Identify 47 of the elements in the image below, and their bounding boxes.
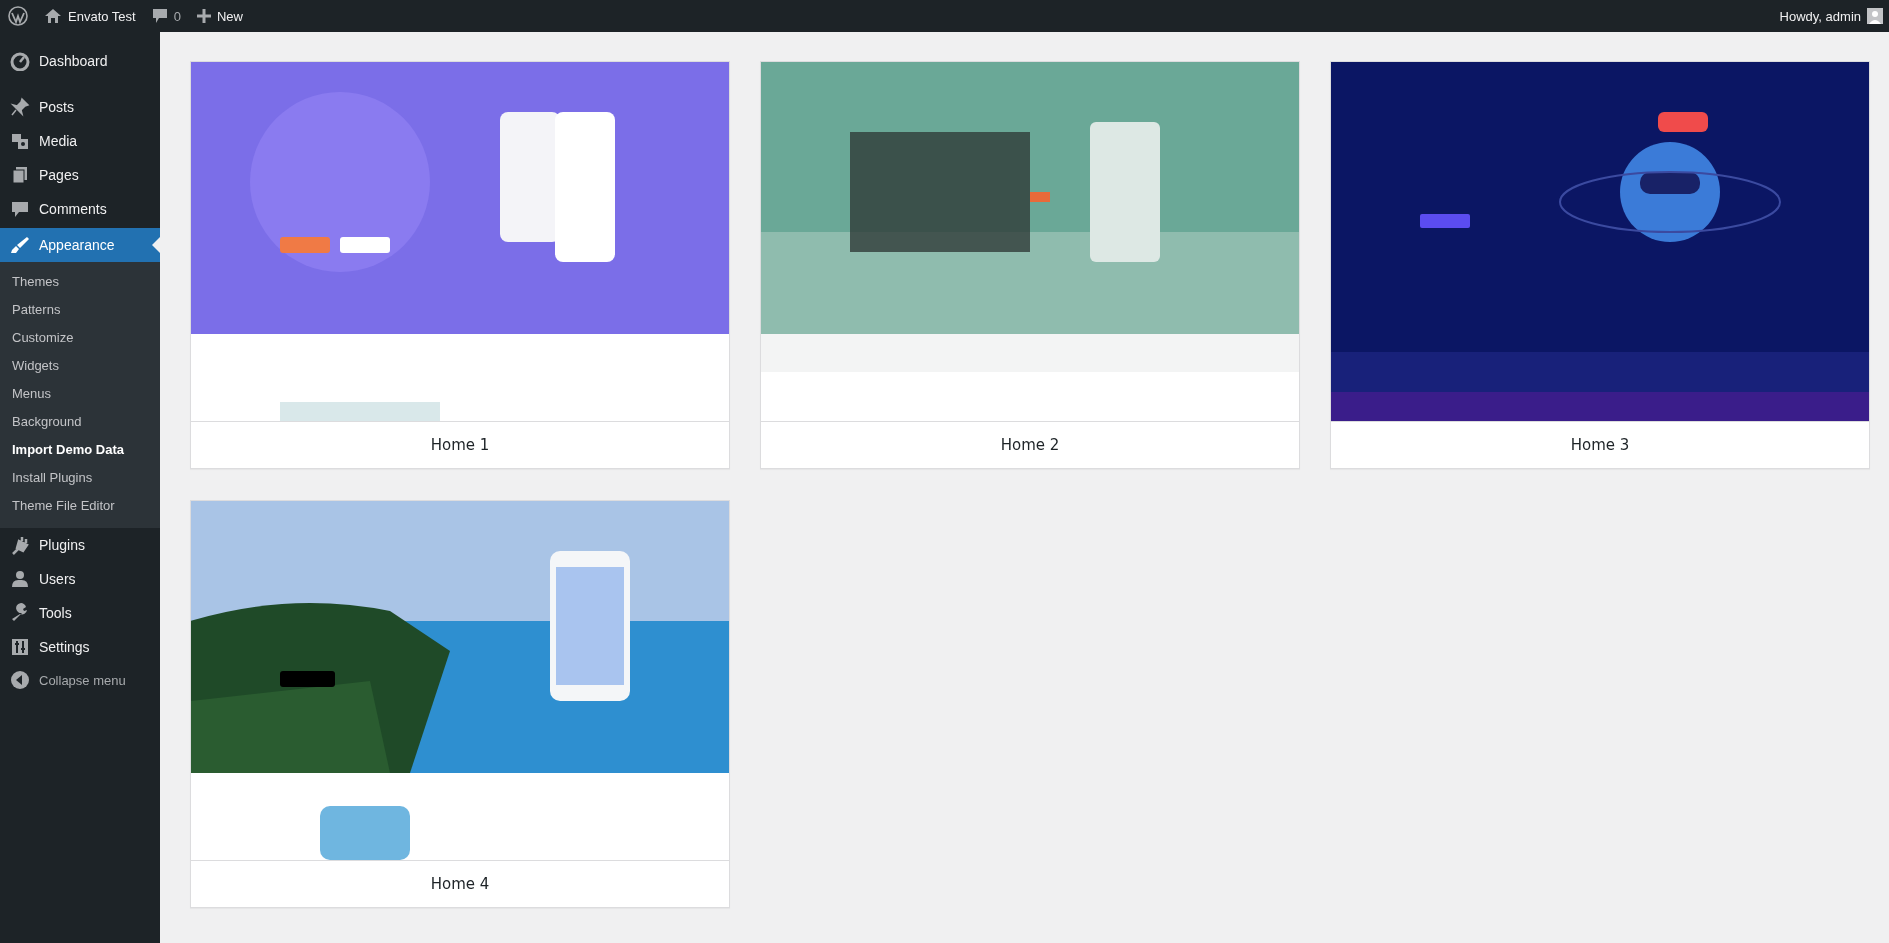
- menu-item[interactable]: Tools: [0, 596, 160, 630]
- demo-title: Home 3: [1331, 421, 1869, 468]
- sliders-icon: [10, 637, 30, 657]
- submenu-item[interactable]: Install Plugins: [0, 464, 160, 492]
- demo-title: Home 1: [191, 421, 729, 468]
- menu-item[interactable]: Comments: [0, 192, 160, 226]
- menu-item[interactable]: Appearance: [0, 228, 160, 262]
- pages-icon: [10, 165, 30, 185]
- menu-item[interactable]: Posts: [0, 90, 160, 124]
- comment-icon[interactable]: [151, 8, 168, 24]
- new-link[interactable]: New: [216, 8, 243, 24]
- wrench-icon: [10, 603, 30, 623]
- home-icon[interactable]: [44, 8, 62, 24]
- submenu-item[interactable]: Patterns: [0, 296, 160, 324]
- demo-card[interactable]: Home 3: [1330, 61, 1870, 469]
- greeting-link[interactable]: Howdy, admin: [1779, 8, 1861, 24]
- user-icon: [10, 569, 30, 589]
- collapse-menu-link[interactable]: Collapse menu: [39, 672, 126, 688]
- submenu-item[interactable]: Theme File Editor: [0, 492, 160, 520]
- submenu-item[interactable]: Customize: [0, 324, 160, 352]
- submenu-item[interactable]: Widgets: [0, 352, 160, 380]
- plug-icon: [10, 535, 30, 555]
- demo-title: Home 2: [761, 421, 1299, 468]
- media-icon: [10, 131, 30, 151]
- menu-item[interactable]: Dashboard: [0, 44, 160, 78]
- menu-item[interactable]: Media: [0, 124, 160, 158]
- demo-title: Home 4: [191, 860, 729, 907]
- gauge-icon: [10, 51, 30, 71]
- menu-item[interactable]: Settings: [0, 630, 160, 664]
- submenu-item[interactable]: Menus: [0, 380, 160, 408]
- demo-card[interactable]: Home 2: [760, 61, 1300, 469]
- plus-icon[interactable]: [196, 9, 211, 23]
- submenu-item[interactable]: Import Demo Data: [0, 436, 160, 464]
- submenu-item[interactable]: Background: [0, 408, 160, 436]
- menu-item[interactable]: Pages: [0, 158, 160, 192]
- pin-icon: [10, 97, 30, 117]
- site-name-link[interactable]: Envato Test: [68, 8, 136, 24]
- comment-count[interactable]: 0: [173, 8, 181, 24]
- brush-icon: [10, 235, 30, 255]
- menu-item[interactable]: Users: [0, 562, 160, 596]
- menu-item[interactable]: Plugins: [0, 528, 160, 562]
- wordpress-logo-icon[interactable]: [8, 6, 28, 26]
- submenu-item[interactable]: Themes: [0, 268, 160, 296]
- collapse-icon[interactable]: [10, 670, 30, 690]
- demo-card[interactable]: Home 4: [190, 500, 730, 908]
- demo-card[interactable]: Home 1: [190, 61, 730, 469]
- comment-icon: [10, 199, 30, 219]
